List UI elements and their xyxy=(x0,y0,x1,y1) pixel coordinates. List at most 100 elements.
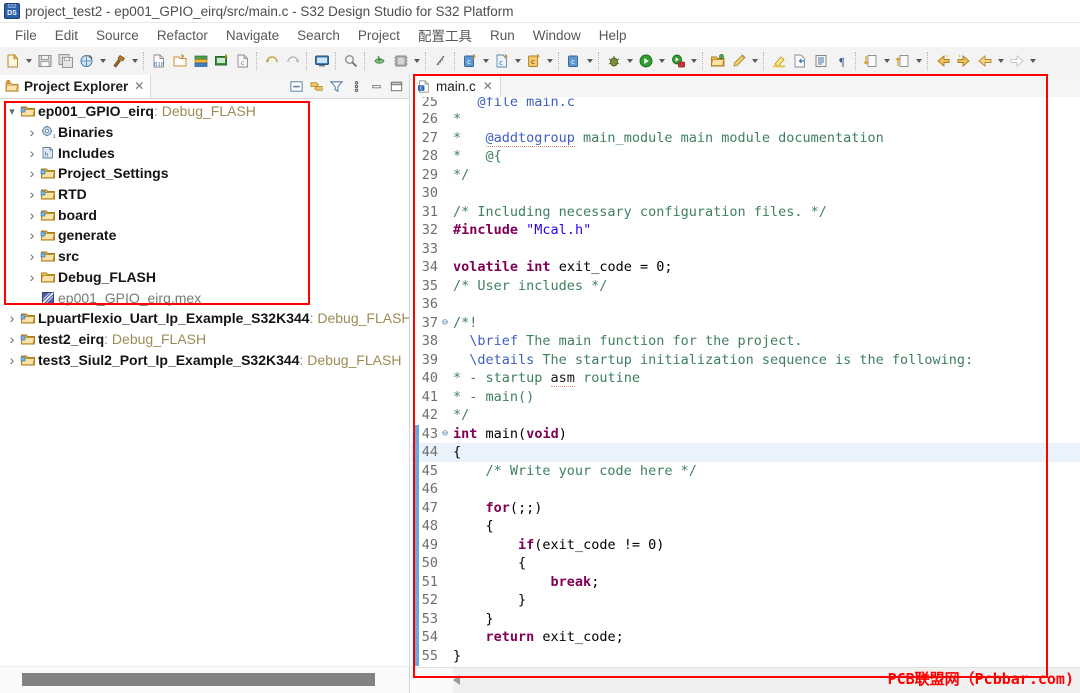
tree-item-project-settings[interactable]: › Project_Settings xyxy=(0,163,409,184)
config-tools-icon[interactable]: c xyxy=(563,50,584,71)
chevron-down-icon[interactable] xyxy=(129,51,140,71)
code-line[interactable]: 40 * - startup asm routine xyxy=(411,369,1080,388)
pilcrow-icon[interactable]: ¶ xyxy=(831,50,852,71)
menu-item-run[interactable]: Run xyxy=(481,26,524,45)
minimize-icon[interactable] xyxy=(368,78,385,95)
chip-icon[interactable] xyxy=(390,50,411,71)
new-class-icon[interactable] xyxy=(190,50,211,71)
scrollbar-thumb[interactable] xyxy=(22,673,375,686)
new-config-icon[interactable]: c xyxy=(459,50,480,71)
code-line[interactable]: 48 { xyxy=(411,517,1080,536)
chevron-right-icon[interactable]: › xyxy=(24,165,40,181)
chevron-down-icon[interactable] xyxy=(97,51,108,71)
chevron-right-icon[interactable]: › xyxy=(24,186,40,202)
code-line[interactable]: 28 * @{ xyxy=(411,147,1080,166)
pencil-icon[interactable] xyxy=(728,50,749,71)
chevron-right-icon[interactable]: › xyxy=(24,248,40,264)
code-line[interactable]: 54 return exit_code; xyxy=(411,628,1080,647)
chevron-down-icon[interactable] xyxy=(749,51,760,71)
chevron-down-icon[interactable] xyxy=(411,51,422,71)
code-line[interactable]: 51 break; xyxy=(411,573,1080,592)
code-line[interactable]: 31 /* Including necessary configuration f… xyxy=(411,203,1080,222)
code-line[interactable]: 55} xyxy=(411,647,1080,666)
tree-item-test3-siul2-port-ip-example-s32k344[interactable]: › test3_Siul2_Port_Ip_Example_S32K344: De… xyxy=(0,349,409,370)
link-with-editor-icon[interactable] xyxy=(308,78,325,95)
export-icon[interactable] xyxy=(789,50,810,71)
chevron-down-icon[interactable] xyxy=(656,51,667,71)
chevron-right-icon[interactable]: › xyxy=(24,124,40,140)
code-line[interactable]: 52 } xyxy=(411,591,1080,610)
flash-programmer-icon[interactable] xyxy=(369,50,390,71)
next-annotation-icon[interactable] xyxy=(860,50,881,71)
build-all-icon[interactable] xyxy=(76,50,97,71)
code-line[interactable]: 25 @file main.c xyxy=(411,97,1080,110)
tab-main-c[interactable]: c main.c ✕ xyxy=(411,75,501,97)
redo-icon[interactable] xyxy=(282,50,303,71)
tree-item-rtd[interactable]: › RTD xyxy=(0,184,409,205)
code-line[interactable]: 38 \brief The main function for the proj… xyxy=(411,332,1080,351)
menu-item-[interactable]: 配置工具 xyxy=(409,23,481,47)
chevron-right-icon[interactable]: › xyxy=(4,310,20,326)
chevron-down-icon[interactable] xyxy=(1027,51,1038,71)
code-line[interactable]: 44{ xyxy=(411,443,1080,462)
chevron-right-icon[interactable]: › xyxy=(4,352,20,368)
maximize-icon[interactable] xyxy=(388,78,405,95)
new-source-file-icon[interactable]: 010 xyxy=(148,50,169,71)
tab-project-explorer[interactable]: Project Explorer ✕ xyxy=(0,74,152,98)
tree-item-test2-eirq[interactable]: › test2_eirq: Debug_FLASH xyxy=(0,329,409,350)
tree-item-ep001-gpio-eirq-mex[interactable]: ep001_GPIO_eirq.mex xyxy=(0,287,409,308)
scroll-left-arrow-icon[interactable] xyxy=(453,675,460,685)
code-line[interactable]: 50 { xyxy=(411,554,1080,573)
code-line[interactable]: 43 ⊖ int main(void) xyxy=(411,425,1080,444)
menu-item-edit[interactable]: Edit xyxy=(46,26,87,45)
filter-icon[interactable] xyxy=(328,78,345,95)
chevron-down-icon[interactable] xyxy=(480,51,491,71)
tree-item-ep001-gpio-eirq[interactable]: ▾ ep001_GPIO_eirq: Debug_FLASH xyxy=(0,101,409,122)
tree-item-includes[interactable]: › h Includes xyxy=(0,142,409,163)
chevron-right-icon[interactable]: › xyxy=(4,331,20,347)
ruler-icon[interactable] xyxy=(430,50,451,71)
code-line[interactable]: 26 * xyxy=(411,110,1080,129)
tree-item-src[interactable]: › src xyxy=(0,246,409,267)
project-explorer-hscrollbar[interactable] xyxy=(0,666,409,693)
menu-item-refactor[interactable]: Refactor xyxy=(148,26,217,45)
code-line[interactable]: 36 xyxy=(411,295,1080,314)
chevron-down-icon[interactable] xyxy=(995,51,1006,71)
back-arrow-icon[interactable] xyxy=(974,50,995,71)
code-line[interactable]: 46 xyxy=(411,480,1080,499)
code-line[interactable]: 42 */ xyxy=(411,406,1080,425)
chevron-down-icon[interactable] xyxy=(512,51,523,71)
code-line[interactable]: 34 volatile int exit_code = 0; xyxy=(411,258,1080,277)
book-icon[interactable] xyxy=(810,50,831,71)
tree-item-lpuartflexio-uart-ip-example-s32k344[interactable]: › LpuartFlexio_Uart_Ip_Example_S32K344: D… xyxy=(0,308,409,329)
new-file-icon[interactable] xyxy=(2,50,23,71)
new-c-project-icon[interactable]: c xyxy=(491,50,512,71)
hammer-build-icon[interactable] xyxy=(108,50,129,71)
code-line[interactable]: 29 */ xyxy=(411,166,1080,185)
chevron-down-icon[interactable] xyxy=(913,51,924,71)
code-line[interactable]: 30 xyxy=(411,184,1080,203)
code-line[interactable]: 27 * @addtogroup main_module main module … xyxy=(411,129,1080,148)
code-line[interactable]: 49 if(exit_code != 0) xyxy=(411,536,1080,555)
forward-history-icon[interactable] xyxy=(953,50,974,71)
new-project-icon[interactable] xyxy=(211,50,232,71)
code-line[interactable]: 41 * - main() xyxy=(411,388,1080,407)
menu-item-help[interactable]: Help xyxy=(590,26,636,45)
new-folder-icon[interactable] xyxy=(169,50,190,71)
forward-arrow-icon[interactable] xyxy=(1006,50,1027,71)
menu-item-source[interactable]: Source xyxy=(87,26,148,45)
code-line[interactable]: 33 xyxy=(411,240,1080,259)
chevron-right-icon[interactable]: › xyxy=(24,269,40,285)
chevron-down-icon[interactable] xyxy=(688,51,699,71)
menu-item-search[interactable]: Search xyxy=(288,26,349,45)
project-tree[interactable]: ▾ep001_GPIO_eirq: Debug_FLASH›10Binaries… xyxy=(0,98,409,667)
tree-item-debug-flash[interactable]: › Debug_FLASH xyxy=(0,267,409,288)
menu-item-window[interactable]: Window xyxy=(524,26,590,45)
code-line[interactable]: 37 ⊖/*! xyxy=(411,314,1080,333)
new-header-icon[interactable]: c xyxy=(232,50,253,71)
chevron-down-icon[interactable] xyxy=(881,51,892,71)
fold-collapse-icon[interactable]: ⊖ xyxy=(439,428,451,439)
run-icon[interactable] xyxy=(635,50,656,71)
debug-bug-icon[interactable] xyxy=(603,50,624,71)
view-menu-icon[interactable] xyxy=(348,78,365,95)
